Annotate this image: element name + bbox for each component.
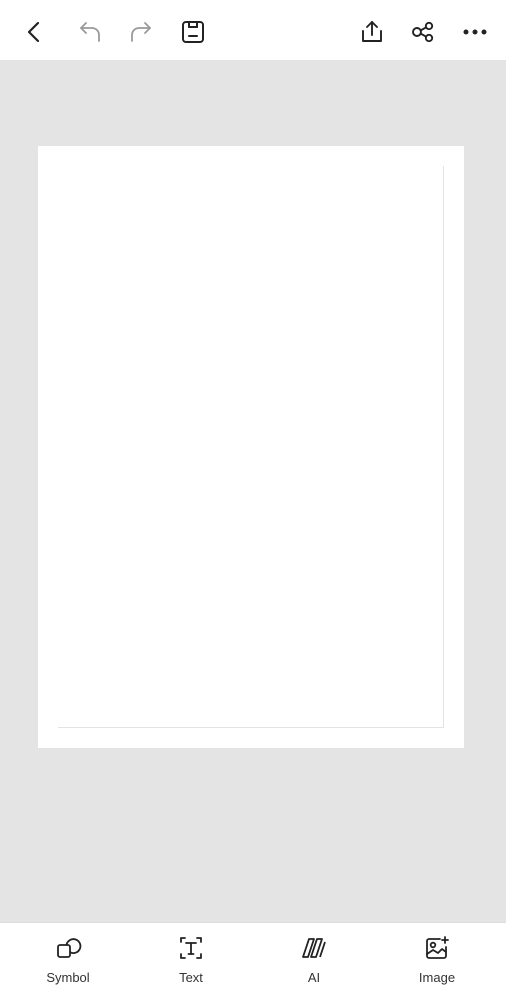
text-tool[interactable]: Text bbox=[146, 933, 236, 993]
shapes-icon bbox=[53, 933, 83, 963]
page-content-area[interactable] bbox=[58, 166, 444, 728]
save-icon bbox=[180, 19, 206, 45]
image-tool[interactable]: Image bbox=[392, 933, 482, 993]
document-page[interactable] bbox=[38, 146, 464, 748]
more-button[interactable] bbox=[457, 14, 493, 50]
text-box-icon bbox=[176, 933, 206, 963]
top-toolbar bbox=[0, 0, 506, 60]
image-add-icon bbox=[422, 933, 452, 963]
editor-screen: Symbol Text AI Image bbox=[0, 0, 506, 1000]
ai-tool-label: AI bbox=[307, 970, 321, 985]
text-tool-label: Text bbox=[179, 970, 203, 985]
node-link-icon bbox=[410, 19, 436, 45]
more-horizontal-icon bbox=[462, 19, 488, 45]
ai-icon bbox=[299, 933, 329, 963]
symbol-tool[interactable]: Symbol bbox=[23, 933, 113, 993]
collaborate-button[interactable] bbox=[405, 14, 441, 50]
back-button[interactable] bbox=[16, 14, 52, 50]
canvas-area[interactable] bbox=[0, 60, 506, 922]
save-button[interactable] bbox=[175, 14, 211, 50]
bottom-toolbar: Symbol Text AI Image bbox=[0, 922, 506, 1000]
undo-icon bbox=[77, 19, 103, 45]
image-tool-label: Image bbox=[418, 970, 456, 985]
chevron-left-icon bbox=[22, 20, 46, 44]
share-upload-icon bbox=[359, 19, 385, 45]
share-button[interactable] bbox=[354, 14, 390, 50]
redo-icon bbox=[128, 19, 154, 45]
redo-button[interactable] bbox=[123, 14, 159, 50]
ai-tool[interactable]: AI bbox=[269, 933, 359, 993]
symbol-tool-label: Symbol bbox=[46, 970, 90, 985]
undo-button[interactable] bbox=[72, 14, 108, 50]
